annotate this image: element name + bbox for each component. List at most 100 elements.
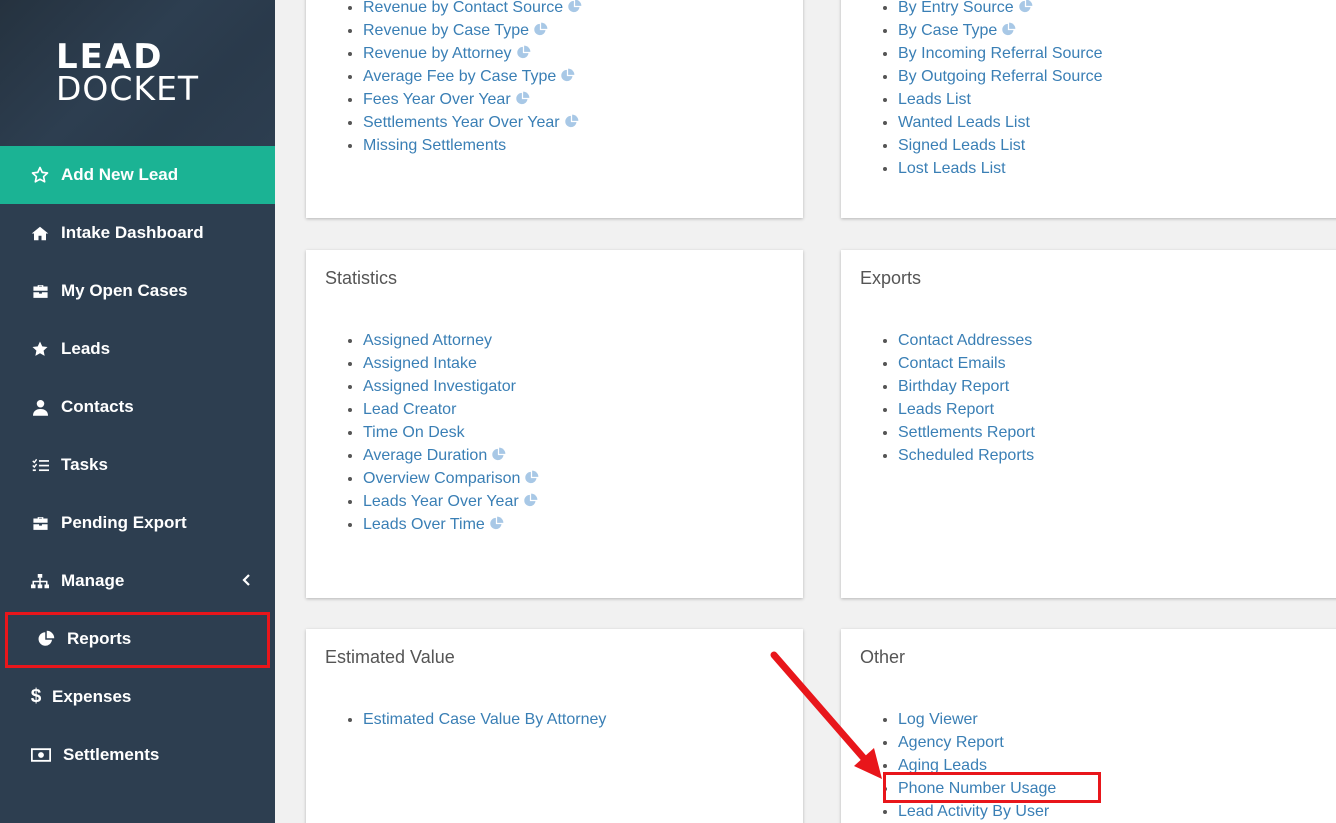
card-revenue: Revenue by Contact Source Revenue by Case… <box>306 0 803 218</box>
report-link[interactable]: Assigned Attorney <box>363 332 492 349</box>
list-item: Revenue by Contact Source <box>363 0 582 19</box>
list-item: Leads Year Over Year <box>363 490 539 513</box>
sidebar-item-intake-dashboard[interactable]: Intake Dashboard <box>0 204 275 262</box>
report-link[interactable]: Leads Year Over Year <box>363 493 519 510</box>
report-link[interactable]: Birthday Report <box>898 378 1009 395</box>
pie-chart-icon[interactable] <box>567 0 582 14</box>
report-link[interactable]: Leads Report <box>898 401 994 418</box>
report-link[interactable]: Leads Over Time <box>363 516 485 533</box>
pie-chart-icon[interactable] <box>515 91 530 106</box>
pie-chart-icon[interactable] <box>564 114 579 129</box>
sidebar-item-tasks[interactable]: Tasks <box>0 436 275 494</box>
report-link[interactable]: Lost Leads List <box>898 160 1006 177</box>
list-item: By Outgoing Referral Source <box>898 65 1103 88</box>
sidebar-item-add-new-lead[interactable]: Add New Lead <box>0 146 275 204</box>
report-link[interactable]: Log Viewer <box>898 711 978 728</box>
list-item: Scheduled Reports <box>898 444 1035 467</box>
report-link[interactable]: Average Fee by Case Type <box>363 68 556 85</box>
report-link[interactable]: Lead Activity By User <box>898 803 1049 820</box>
report-link[interactable]: Estimated Case Value By Attorney <box>363 711 606 728</box>
report-link[interactable]: Revenue by Attorney <box>363 45 512 62</box>
list-item: Settlements Year Over Year <box>363 111 582 134</box>
report-link[interactable]: Missing Settlements <box>363 137 506 154</box>
card-title: Other <box>860 647 906 667</box>
star-outline-icon <box>31 166 49 184</box>
report-link[interactable]: By Case Type <box>898 22 997 39</box>
list-item: Average Duration <box>363 444 539 467</box>
report-link[interactable]: Assigned Intake <box>363 355 477 372</box>
pie-chart-icon[interactable] <box>523 493 538 508</box>
sidebar-item-label: Intake Dashboard <box>61 223 204 242</box>
report-link[interactable]: Wanted Leads List <box>898 114 1030 131</box>
card-title: Exports <box>860 268 922 288</box>
report-link[interactable]: Leads List <box>898 91 971 108</box>
report-link[interactable]: Revenue by Contact Source <box>363 0 563 16</box>
leads-by-links: By Entry Source By Case Type By Incoming R… <box>898 0 1103 180</box>
sidebar-item-expenses[interactable]: $ Expenses <box>0 668 275 726</box>
sidebar-item-reports[interactable]: Reports <box>0 610 275 668</box>
sidebar-item-pending-export[interactable]: Pending Export <box>0 494 275 552</box>
money-icon <box>31 746 51 764</box>
sidebar-item-label: Expenses <box>52 687 132 706</box>
report-link[interactable]: Settlements Year Over Year <box>363 114 560 131</box>
card-estimated-value: Estimated Value Estimated Case Value By … <box>306 629 803 823</box>
report-link[interactable]: Lead Creator <box>363 401 456 418</box>
report-link[interactable]: Scheduled Reports <box>898 447 1034 464</box>
report-link[interactable]: Agency Report <box>898 734 1004 751</box>
sidebar-item-my-open-cases[interactable]: My Open Cases <box>0 262 275 320</box>
report-link[interactable]: Signed Leads List <box>898 137 1025 154</box>
card-statistics: Statistics Assigned Attorney Assigned Int… <box>306 250 803 598</box>
list-item: Assigned Intake <box>363 352 539 375</box>
report-link[interactable]: Fees Year Over Year <box>363 91 511 108</box>
list-item: Settlements Report <box>898 421 1035 444</box>
pie-chart-icon[interactable] <box>1001 22 1016 37</box>
report-link[interactable]: By Incoming Referral Source <box>898 45 1103 62</box>
report-link[interactable]: Time On Desk <box>363 424 465 441</box>
list-item: Leads Report <box>898 398 1035 421</box>
list-item: Aging Leads <box>898 754 1056 777</box>
pie-chart-icon[interactable] <box>560 68 575 83</box>
sidebar-item-leads[interactable]: Leads <box>0 320 275 378</box>
report-link[interactable]: Phone Number Usage <box>898 780 1056 797</box>
briefcase-icon <box>31 282 49 300</box>
chevron-left-icon[interactable] <box>241 572 251 586</box>
list-item: By Incoming Referral Source <box>898 42 1103 65</box>
sidebar-item-settlements[interactable]: Settlements <box>0 726 275 784</box>
report-link[interactable]: By Outgoing Referral Source <box>898 68 1103 85</box>
pie-chart-icon[interactable] <box>491 447 506 462</box>
list-item: Assigned Attorney <box>363 329 539 352</box>
list-item: Lead Activity By User <box>898 800 1056 823</box>
report-link[interactable]: Contact Addresses <box>898 332 1032 349</box>
dollar-icon: $ <box>30 686 42 707</box>
report-link[interactable]: Average Duration <box>363 447 487 464</box>
pie-chart-icon[interactable] <box>1018 0 1033 14</box>
list-item: Contact Addresses <box>898 329 1035 352</box>
star-icon <box>31 340 49 358</box>
card-exports: Exports Contact Addresses Contact Emails B… <box>841 250 1336 598</box>
sitemap-icon <box>31 572 49 590</box>
pie-chart-icon[interactable] <box>524 470 539 485</box>
list-item: Contact Emails <box>898 352 1035 375</box>
statistics-links: Assigned Attorney Assigned Intake Assigned… <box>363 329 539 536</box>
sidebar-item-label: Contacts <box>61 397 134 416</box>
report-link[interactable]: Aging Leads <box>898 757 987 774</box>
sidebar-item-label: Reports <box>67 629 132 648</box>
pie-chart-icon[interactable] <box>533 22 548 37</box>
lead-docket-logo[interactable]: LEAD DOCKET <box>56 40 199 105</box>
sidebar-item-label: Add New Lead <box>61 165 179 184</box>
list-item: Signed Leads List <box>898 134 1103 157</box>
report-link[interactable]: Contact Emails <box>898 355 1006 372</box>
report-link[interactable]: Assigned Investigator <box>363 378 516 395</box>
report-link[interactable]: Revenue by Case Type <box>363 22 529 39</box>
report-link[interactable]: Overview Comparison <box>363 470 520 487</box>
pie-chart-icon[interactable] <box>489 516 504 531</box>
list-item: Assigned Investigator <box>363 375 539 398</box>
sidebar-item-contacts[interactable]: Contacts <box>0 378 275 436</box>
list-item: Log Viewer <box>898 708 1056 731</box>
report-link[interactable]: By Entry Source <box>898 0 1014 16</box>
sidebar-item-manage[interactable]: Manage <box>0 552 275 610</box>
list-item: Lost Leads List <box>898 157 1103 180</box>
pie-chart-icon[interactable] <box>516 45 531 60</box>
report-link[interactable]: Settlements Report <box>898 424 1035 441</box>
briefcase-icon <box>31 514 49 532</box>
